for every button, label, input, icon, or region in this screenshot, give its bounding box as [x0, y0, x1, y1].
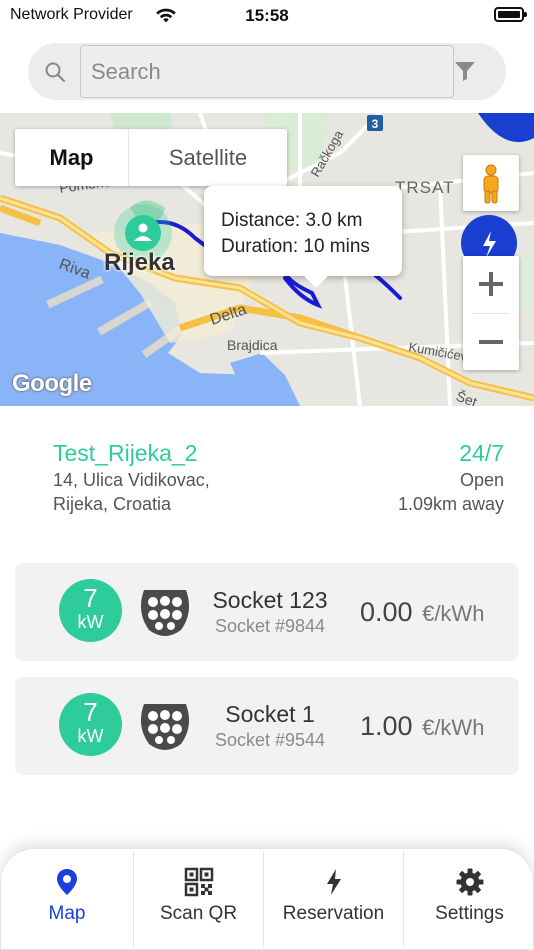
bottom-tab-bar: Map Scan QR Reservation Settings: [0, 848, 534, 950]
google-logo: Google: [12, 370, 92, 397]
station-hours: 24/7: [459, 440, 504, 466]
pegman-icon: [483, 164, 499, 204]
street-view-pegman[interactable]: [463, 155, 519, 211]
svg-text:TRSAT: TRSAT: [395, 178, 454, 197]
socket-number: Socket #9544: [214, 730, 326, 750]
price-value: 0.00: [360, 597, 413, 627]
tab-map-label: Map: [48, 903, 86, 924]
plus-icon: [479, 272, 503, 296]
map-type-control: Map Satellite: [15, 129, 287, 186]
station-address: 14, Ulica Vidikovac, Rijeka, Croatia: [53, 468, 313, 516]
power-value: 7: [83, 697, 98, 727]
clock: 15:58: [245, 6, 289, 25]
socket-price: 0.00 €/kWh: [360, 597, 484, 628]
route-duration: Duration: 10 mins: [221, 236, 370, 257]
power-badge: 7 kW: [59, 579, 122, 642]
station-distance: 1.09km away: [397, 494, 504, 514]
route-distance: Distance: 3.0 km: [221, 210, 363, 231]
gear-icon: [456, 868, 483, 896]
power-badge: 7 kW: [59, 693, 122, 756]
tab-scan-qr[interactable]: Scan QR: [134, 849, 263, 949]
power-value: 7: [83, 583, 98, 613]
tab-reservation-label: Reservation: [282, 903, 385, 924]
type2-plug-icon: [140, 590, 190, 636]
tab-scan-qr-label: Scan QR: [159, 903, 238, 924]
type2-plug-icon: [140, 704, 190, 750]
map-type-map-button[interactable]: Map: [15, 129, 129, 186]
socket-name: Socket 1: [225, 701, 315, 727]
status-bar: Network Provider 15:58: [0, 0, 534, 32]
station-name: Test_Rijeka_2: [53, 440, 198, 466]
tab-settings-label: Settings: [435, 903, 504, 924]
zoom-control: [463, 256, 519, 370]
price-value: 1.00: [360, 711, 413, 741]
socket-card[interactable]: 7 kW Socket 123 Socket #9844 0.00 €/kWh: [15, 563, 519, 661]
power-unit: kW: [77, 612, 104, 632]
station-status-block: Open 1.09km away: [398, 468, 504, 516]
zoom-in-button[interactable]: [463, 256, 519, 312]
city-label: Rijeka: [104, 249, 175, 276]
socket-card[interactable]: 7 kW Socket 1 Socket #9544 1.00 €/kWh: [15, 677, 519, 775]
svg-text:Brajdica: Brajdica: [227, 337, 278, 353]
station-address-line1: 14, Ulica Vidikovac,: [53, 470, 210, 490]
socket-number: Socket #9844: [214, 616, 326, 636]
search-icon: [45, 62, 66, 83]
battery-icon: [494, 7, 527, 22]
tab-settings[interactable]: Settings: [404, 849, 533, 949]
lightning-icon: [326, 869, 341, 895]
zoom-out-button[interactable]: [463, 314, 519, 370]
svg-text:3: 3: [372, 117, 379, 131]
search-bar: [28, 43, 506, 100]
socket-price: 1.00 €/kWh: [360, 711, 484, 742]
search-input[interactable]: [80, 45, 454, 98]
station-info[interactable]: Test_Rijeka_2 14, Ulica Vidikovac, Rijek…: [0, 406, 534, 538]
qr-code-icon: [184, 867, 213, 897]
map-type-satellite-button[interactable]: Satellite: [129, 129, 287, 186]
power-unit: kW: [77, 726, 104, 746]
map-pin-icon: [57, 869, 77, 895]
socket-name: Socket 123: [212, 587, 328, 613]
tab-map[interactable]: Map: [1, 849, 133, 949]
price-unit: €/kWh: [422, 601, 485, 626]
station-open-status: Open: [459, 470, 504, 490]
filter-icon[interactable]: [454, 60, 476, 82]
station-address-line2: Rijeka, Croatia: [53, 494, 172, 514]
route-info-window: Distance: 3.0 km Duration: 10 mins: [204, 186, 402, 288]
tab-reservation[interactable]: Reservation: [264, 849, 403, 949]
map-view[interactable]: 3 Pomerio Riva Delta Brajdica Kumičićeva…: [0, 113, 534, 406]
price-unit: €/kWh: [422, 715, 485, 740]
minus-icon: [479, 340, 503, 344]
